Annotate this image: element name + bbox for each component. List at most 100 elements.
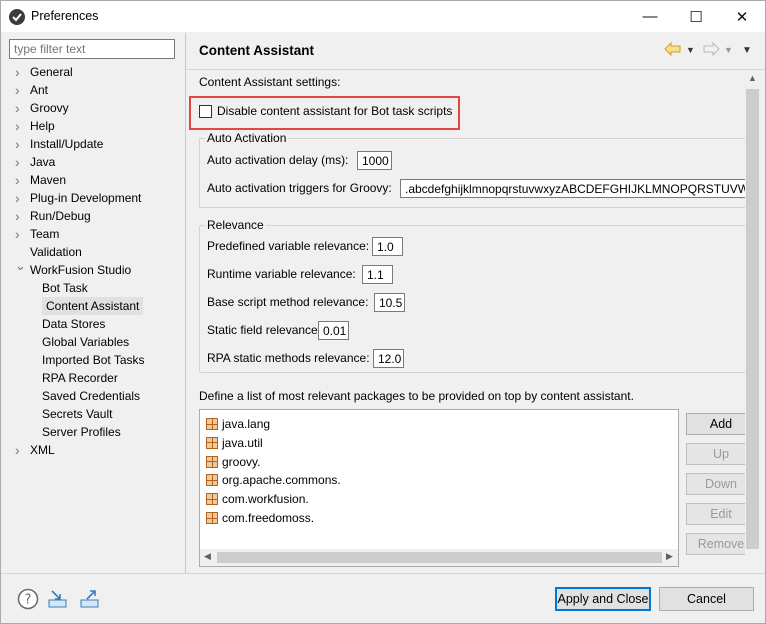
close-button[interactable]: ✕ xyxy=(719,1,765,32)
package-list-item[interactable]: com.freedomoss. xyxy=(206,509,314,527)
sidebar-item-data-stores[interactable]: Data Stores xyxy=(42,315,105,333)
relevance-field-input[interactable]: 0.01 xyxy=(318,321,349,340)
minimize-button[interactable]: — xyxy=(627,1,673,32)
splitter[interactable] xyxy=(185,33,186,573)
export-icon[interactable] xyxy=(79,588,101,610)
sidebar-item-maven[interactable]: Maven xyxy=(30,171,66,189)
cancel-button[interactable]: Cancel xyxy=(659,587,754,611)
disable-assistant-checkbox[interactable] xyxy=(199,105,212,118)
title-bar: Preferences — ☐ ✕ xyxy=(1,1,765,32)
relevance-field-input[interactable]: 12.0 xyxy=(373,349,404,368)
package-icon xyxy=(206,436,218,449)
relevance-field-input[interactable]: 10.5 xyxy=(374,293,405,312)
content-vscrollbar[interactable]: ▲ xyxy=(745,71,761,549)
forward-arrow-icon[interactable] xyxy=(702,41,720,59)
sidebar-item-team[interactable]: Team xyxy=(30,225,59,243)
package-icon xyxy=(206,474,218,487)
sidebar-item-label: Ant xyxy=(30,83,49,97)
scroll-up-icon[interactable]: ▲ xyxy=(748,73,757,83)
window-title: Preferences xyxy=(31,9,99,23)
preferences-window: Preferences — ☐ ✕ General › Ant › Groovy › Hel… xyxy=(0,0,766,624)
triggers-label: Auto activation triggers for Groovy: xyxy=(207,181,392,195)
filter-input[interactable] xyxy=(9,39,175,59)
hscroll-thumb[interactable] xyxy=(217,552,662,563)
relevance-field-input[interactable]: 1.1 xyxy=(362,265,393,284)
relevance-field-label: Predefined variable relevance: xyxy=(207,239,370,253)
chevron-right-icon[interactable]: › xyxy=(15,190,25,208)
sidebar-item-label: Imported Bot Tasks xyxy=(42,353,145,367)
back-menu-icon[interactable]: ▼ xyxy=(686,45,695,55)
help-icon[interactable]: ? xyxy=(17,588,39,610)
chevron-right-icon[interactable]: › xyxy=(15,100,25,118)
sidebar-item-groovy[interactable]: Groovy xyxy=(30,99,69,117)
sidebar-item-label: Content Assistant xyxy=(46,299,140,313)
remove-button[interactable]: Remove xyxy=(686,533,745,555)
package-icon xyxy=(206,512,218,524)
delay-label: Auto activation delay (ms): xyxy=(207,153,349,167)
packages-list[interactable]: java.lang java.util groovy. org.apache.comm… xyxy=(199,409,679,567)
sidebar-item-install-update[interactable]: Install/Update xyxy=(30,135,103,153)
back-arrow-icon[interactable] xyxy=(664,41,682,59)
sidebar-item-label: Global Variables xyxy=(42,335,130,349)
sidebar-item-label: Data Stores xyxy=(42,317,106,331)
package-list-item[interactable]: java.util xyxy=(206,434,263,452)
chevron-right-icon[interactable]: › xyxy=(15,154,25,172)
sidebar-item-rpa-recorder[interactable]: RPA Recorder xyxy=(42,369,118,387)
sidebar-item-run-debug[interactable]: Run/Debug xyxy=(30,207,91,225)
sidebar-item-workfusion-studio[interactable]: WorkFusion Studio xyxy=(30,261,131,279)
import-icon[interactable] xyxy=(47,588,69,610)
sidebar-item-general[interactable]: General xyxy=(30,63,73,81)
sidebar-item-imported-bot-tasks[interactable]: Imported Bot Tasks xyxy=(42,351,145,369)
package-name: groovy. xyxy=(222,454,261,469)
package-list-item[interactable]: groovy. xyxy=(206,453,260,471)
package-icon xyxy=(206,418,218,430)
edit-button[interactable]: Edit xyxy=(686,503,745,525)
chevron-right-icon[interactable]: › xyxy=(15,172,25,190)
sidebar-item-plug-in-development[interactable]: Plug-in Development xyxy=(30,189,141,207)
sidebar-item-xml[interactable]: XML xyxy=(30,441,55,459)
chevron-right-icon[interactable]: › xyxy=(15,208,25,226)
add-button[interactable]: Add xyxy=(686,413,745,435)
sidebar-item-help[interactable]: Help xyxy=(30,117,55,135)
sidebar-item-content-assistant[interactable]: Content Assistant xyxy=(42,297,144,315)
sidebar-item-secrets-vault[interactable]: Secrets Vault xyxy=(42,405,112,423)
sidebar-item-saved-credentials[interactable]: Saved Credentials xyxy=(42,387,140,405)
chevron-right-icon[interactable]: › xyxy=(15,82,25,100)
chevron-right-icon[interactable]: › xyxy=(15,136,25,154)
settings-label: Content Assistant settings: xyxy=(199,75,341,89)
chevron-down-icon[interactable]: ⌄ xyxy=(15,258,26,276)
sidebar-item-global-variables[interactable]: Global Variables xyxy=(42,333,129,351)
vscroll-thumb[interactable] xyxy=(746,89,759,549)
scroll-left-icon[interactable]: ◀ xyxy=(204,551,211,562)
package-list-item[interactable]: java.lang xyxy=(206,415,270,433)
sidebar-item-label: Groovy xyxy=(30,101,69,115)
triggers-field[interactable]: .abcdefghijklmnopqrstuvwxyzABCDEFGHIJKLM… xyxy=(400,179,745,198)
package-list-item[interactable]: com.workfusion. xyxy=(206,490,309,508)
menu-dropdown-icon[interactable]: ▼ xyxy=(742,45,752,56)
relevance-field-label: RPA static methods relevance: xyxy=(207,351,370,365)
packages-hscrollbar[interactable]: ◀ ▶ xyxy=(200,549,678,566)
sidebar-item-bot-task[interactable]: Bot Task xyxy=(42,279,88,297)
up-button[interactable]: Up xyxy=(686,443,745,465)
package-list-item[interactable]: org.apache.commons. xyxy=(206,471,341,489)
forward-menu-icon[interactable]: ▼ xyxy=(724,45,733,55)
down-button[interactable]: Down xyxy=(686,473,745,495)
sidebar-item-java[interactable]: Java xyxy=(30,153,55,171)
sidebar-item-label: XML xyxy=(30,443,55,457)
app-logo-icon xyxy=(9,9,25,25)
maximize-button[interactable]: ☐ xyxy=(673,1,719,32)
relevance-field-input[interactable]: 1.0 xyxy=(372,237,403,256)
chevron-right-icon[interactable]: › xyxy=(15,118,25,136)
scroll-right-icon[interactable]: ▶ xyxy=(666,551,673,562)
apply-and-close-button[interactable]: Apply and Close xyxy=(555,587,651,611)
chevron-right-icon[interactable]: › xyxy=(15,442,25,460)
chevron-right-icon[interactable]: › xyxy=(15,226,25,244)
page-title: Content Assistant xyxy=(199,43,315,58)
sidebar-item-validation[interactable]: Validation xyxy=(30,243,82,261)
sidebar-item-server-profiles[interactable]: Server Profiles xyxy=(42,423,121,441)
disable-assistant-label[interactable]: Disable content assistant for Bot task s… xyxy=(217,104,452,118)
delay-field[interactable]: 1000 xyxy=(357,151,392,170)
sidebar-item-ant[interactable]: Ant xyxy=(30,81,48,99)
relevance-field-label: Static field relevance: xyxy=(207,323,322,337)
chevron-right-icon[interactable]: › xyxy=(15,64,25,82)
